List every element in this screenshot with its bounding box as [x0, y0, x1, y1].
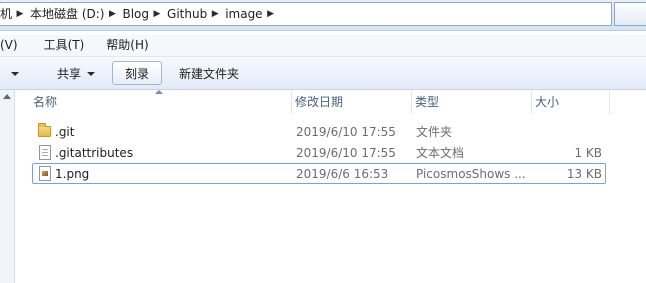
- breadcrumb-separator-icon[interactable]: ▶: [209, 3, 221, 25]
- file-name: .gitattributes: [55, 146, 134, 160]
- column-type[interactable]: 类型: [412, 90, 532, 114]
- new-folder-button[interactable]: 新建文件夹: [170, 61, 248, 85]
- file-type: PicosmosShows ...: [416, 167, 526, 181]
- breadcrumb-github[interactable]: Github: [163, 3, 209, 25]
- address-bar: 机 ▶ 本地磁盘 (D:) ▶ Blog ▶ Github ▶ image ▶: [0, 0, 646, 31]
- chevron-down-icon: [87, 71, 96, 76]
- share-button-label: 共享: [57, 67, 82, 81]
- menu-tools[interactable]: 工具(T): [40, 35, 89, 56]
- refresh-button[interactable]: [614, 2, 646, 26]
- file-date: 2019/6/6 16:53: [296, 167, 389, 181]
- command-bar: 共享 刻录 新建文件夹: [0, 57, 646, 90]
- chevron-down-icon: [11, 71, 19, 76]
- organize-button[interactable]: [0, 61, 26, 85]
- file-name: .git: [55, 125, 75, 139]
- menu-view[interactable]: (V): [0, 35, 22, 56]
- breadcrumb-separator-icon[interactable]: ▶: [265, 3, 277, 25]
- breadcrumb-separator-icon[interactable]: ▶: [14, 3, 26, 25]
- file-row-git-folder[interactable]: .git 2019/6/10 17:55 文件夹: [32, 121, 606, 142]
- file-row-1-png[interactable]: 1.png 2019/6/6 16:53 PicosmosShows ... 1…: [32, 163, 606, 184]
- file-size: [530, 122, 602, 141]
- file-date: 2019/6/10 17:55: [296, 146, 396, 160]
- share-button[interactable]: 共享: [48, 61, 104, 85]
- folder-icon: [37, 123, 53, 140]
- breadcrumb-separator-icon[interactable]: ▶: [106, 3, 118, 25]
- file-size: 1 KB: [574, 146, 602, 160]
- column-header: 名称 修改日期 类型 大小: [16, 90, 646, 114]
- menu-help[interactable]: 帮助(H): [102, 35, 152, 56]
- file-row-gitattributes[interactable]: .gitattributes 2019/6/10 17:55 文本文档 1 KB: [32, 142, 606, 163]
- burn-button[interactable]: 刻录: [112, 61, 163, 85]
- menu-bar: (V) 工具(T) 帮助(H): [0, 35, 646, 57]
- file-name: 1.png: [55, 167, 90, 181]
- file-type: 文件夹: [416, 125, 453, 139]
- file-type: 文本文档: [416, 146, 465, 160]
- navigation-pane[interactable]: [0, 90, 15, 283]
- scroll-up-arrow-icon[interactable]: [3, 94, 11, 99]
- column-name[interactable]: 名称: [30, 90, 292, 114]
- breadcrumb-separator-icon[interactable]: ▶: [151, 3, 163, 25]
- breadcrumb-image[interactable]: image: [221, 3, 264, 25]
- breadcrumb[interactable]: 机 ▶ 本地磁盘 (D:) ▶ Blog ▶ Github ▶ image ▶: [0, 2, 612, 26]
- breadcrumb-drive-d[interactable]: 本地磁盘 (D:): [26, 3, 106, 25]
- column-size[interactable]: 大小: [532, 90, 610, 114]
- breadcrumb-blog[interactable]: Blog: [118, 3, 151, 25]
- document-icon: [37, 144, 53, 161]
- column-date-modified[interactable]: 修改日期: [292, 90, 412, 114]
- file-size: 13 KB: [566, 167, 602, 181]
- file-list: .git 2019/6/10 17:55 文件夹 .gitattributes …: [32, 121, 606, 184]
- file-date: 2019/6/10 17:55: [296, 125, 396, 139]
- breadcrumb-computer[interactable]: 机: [0, 3, 14, 25]
- image-file-icon: [37, 165, 53, 182]
- explorer-window: 机 ▶ 本地磁盘 (D:) ▶ Blog ▶ Github ▶ image ▶ …: [0, 0, 646, 283]
